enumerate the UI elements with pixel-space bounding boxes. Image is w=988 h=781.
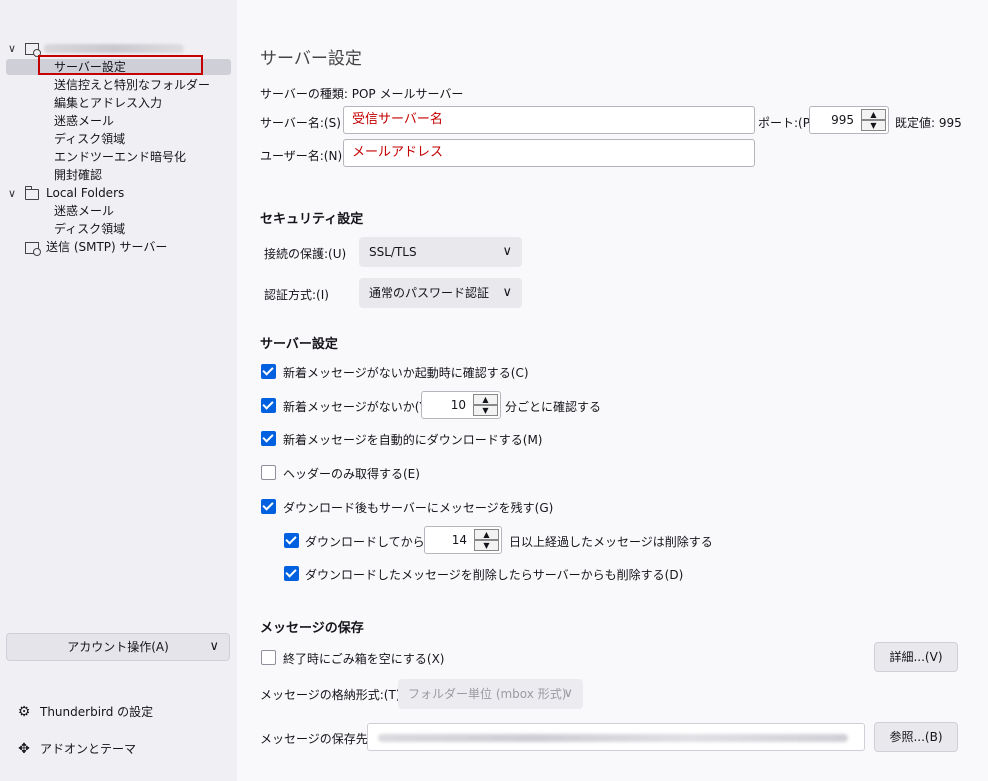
check-every-suffix: 分ごとに確認する [505,400,602,414]
empty-trash-label: 終了時にごみ箱を空にする(X) [283,652,445,666]
auto-download-checkbox[interactable] [261,431,276,446]
headers-only-label: ヘッダーのみ取得する(E) [283,467,420,481]
chevron-down-icon: ∨ [209,639,219,654]
page-title: サーバー設定 [260,49,362,69]
empty-trash-checkbox[interactable] [261,650,276,665]
chevron-down-icon: ∨ [502,244,512,259]
server-heading: サーバー設定 [260,337,338,352]
delete-after-label: ダウンロードしてから(O) [305,535,444,549]
server-name-input[interactable]: 受信サーバー名 [343,106,755,134]
leave-on-server-checkbox[interactable] [261,499,276,514]
default-port: 既定値: 995 [895,116,962,130]
store-dir-label: メッセージの保存先: [260,732,372,746]
username-label: ユーザー名:(N) [260,149,343,163]
security-heading: セキュリティ設定 [260,212,364,227]
spin-down-icon[interactable]: ▼ [861,120,886,131]
server-type: サーバーの種類: POP メールサーバー [260,87,464,101]
delete-after-days-input[interactable]: 14 ▲ ▼ [424,526,502,554]
sidebar-item-local-junk[interactable]: 迷惑メール [54,203,114,220]
chevron-down-icon: ∨ [502,285,512,300]
username-input[interactable]: メールアドレス [343,139,755,167]
sidebar-item-disk-space[interactable]: ディスク領域 [54,131,125,148]
spin-up-icon[interactable]: ▲ [473,394,498,405]
headers-only-checkbox[interactable] [261,465,276,480]
auth-label: 認証方式:(I) [264,288,329,302]
chevron-down-icon: ∨ [563,686,573,701]
chevron-down-icon[interactable]: ∨ [8,185,18,202]
sidebar-item-e2e-encryption[interactable]: エンドツーエンド暗号化 [54,149,186,166]
sidebar-item-label: 開封確認 [54,168,103,182]
check-interval-value: 10 [450,398,466,412]
spin-up-icon[interactable]: ▲ [861,109,886,120]
conn-security-value: SSL/TLS [369,245,417,259]
store-type-value: フォルダー単位 (mbox 形式) [408,687,567,701]
port-label: ポート:(P) [758,116,815,130]
check-every-label: 新着メッセージがないか(Y) [283,400,432,414]
addons-label: アドオンとテーマ [40,742,137,756]
sidebar-item-label: ディスク領域 [54,222,126,236]
addons-themes-link[interactable]: ✥ アドオンとテーマ [16,739,136,759]
account-icon [25,43,41,57]
conn-security-select[interactable]: SSL/TLS ∨ [359,237,522,267]
check-every-checkbox[interactable] [261,398,276,413]
sidebar-item-label: 迷惑メール [54,114,115,128]
sidebar-item-label: エンドツーエンド暗号化 [54,150,187,164]
port-value: 995 [831,113,854,127]
storage-heading: メッセージの保存 [260,621,364,636]
sidebar-item-local-disk-space[interactable]: ディスク領域 [54,221,125,238]
account-name-blurred [44,44,184,53]
delete-from-server-label: ダウンロードしたメッセージを削除したらサーバーからも削除する(D) [305,568,684,582]
annotation-highlight-box [38,55,203,75]
sidebar-item-return-receipts[interactable]: 開封確認 [54,167,102,184]
thunderbird-settings-link[interactable]: ⚙ Thunderbird の設定 [16,702,153,722]
delete-after-suffix: 日以上経過したメッセージは削除する [509,535,713,549]
store-dir-input[interactable] [367,723,865,751]
server-name-label: サーバー名:(S) [260,116,341,130]
store-type-label: メッセージの格納形式:(T) [260,688,401,702]
sidebar-item-label: 送信 (SMTP) サーバー [46,240,168,254]
smtp-server-icon [25,242,41,256]
browse-button[interactable]: 参照...(B) [874,722,958,752]
sidebar-item-local-folders[interactable]: ∨ Local Folders [8,185,208,202]
sidebar-item-label: 送信控えと特別なフォルダー [54,78,211,92]
sidebar-item-label: 迷惑メール [54,204,115,218]
sidebar-item-label: ディスク領域 [54,132,126,146]
auth-method-value: 通常のパスワード認証 [369,286,490,300]
settings-label: Thunderbird の設定 [40,705,154,719]
delete-after-days-value: 14 [451,533,467,547]
sidebar-item-copies-folders[interactable]: 送信控えと特別なフォルダー [54,77,210,94]
check-interval-input[interactable]: 10 ▲ ▼ [421,391,501,419]
spin-down-icon[interactable]: ▼ [474,540,499,551]
local-folders-label: Local Folders [46,186,125,200]
auto-download-label: 新着メッセージを自動的にダウンロードする(M) [283,433,543,447]
store-type-select[interactable]: フォルダー単位 (mbox 形式) ∨ [398,679,583,709]
check-startup-checkbox[interactable] [261,364,276,379]
puzzle-icon: ✥ [18,741,30,757]
folder-icon [25,186,39,200]
chevron-down-icon[interactable]: ∨ [8,40,18,57]
advanced-button[interactable]: 詳細...(V) [874,642,958,672]
sidebar-item-junk[interactable]: 迷惑メール [54,113,114,130]
server-settings-pane: サーバー設定 サーバーの種類: POP メールサーバー サーバー名:(S) 受信… [237,0,988,781]
account-actions-label: アカウント操作(A) [67,640,169,654]
account-actions-button[interactable]: アカウント操作(A) ∨ [6,633,230,661]
check-startup-label: 新着メッセージがないか起動時に確認する(C) [283,366,529,380]
delete-after-checkbox[interactable] [284,533,299,548]
gear-icon: ⚙ [17,704,31,720]
port-input[interactable]: 995 ▲ ▼ [809,106,889,134]
sidebar-item-label: 編集とアドレス入力 [54,96,163,110]
store-dir-blurred-path [378,734,848,742]
conn-security-label: 接続の保護:(U) [264,247,347,261]
sidebar-item-smtp[interactable]: 送信 (SMTP) サーバー [22,239,222,256]
sidebar-item-composition[interactable]: 編集とアドレス入力 [54,95,162,112]
spin-down-icon[interactable]: ▼ [473,405,498,416]
auth-method-select[interactable]: 通常のパスワード認証 ∨ [359,278,522,308]
spin-up-icon[interactable]: ▲ [474,529,499,540]
delete-from-server-checkbox[interactable] [284,566,299,581]
account-sidebar: ∨ サーバー設定 送信控えと特別なフォルダー 編集とアドレス入力 迷惑メール デ… [0,0,237,781]
leave-on-server-label: ダウンロード後もサーバーにメッセージを残す(G) [283,501,554,515]
